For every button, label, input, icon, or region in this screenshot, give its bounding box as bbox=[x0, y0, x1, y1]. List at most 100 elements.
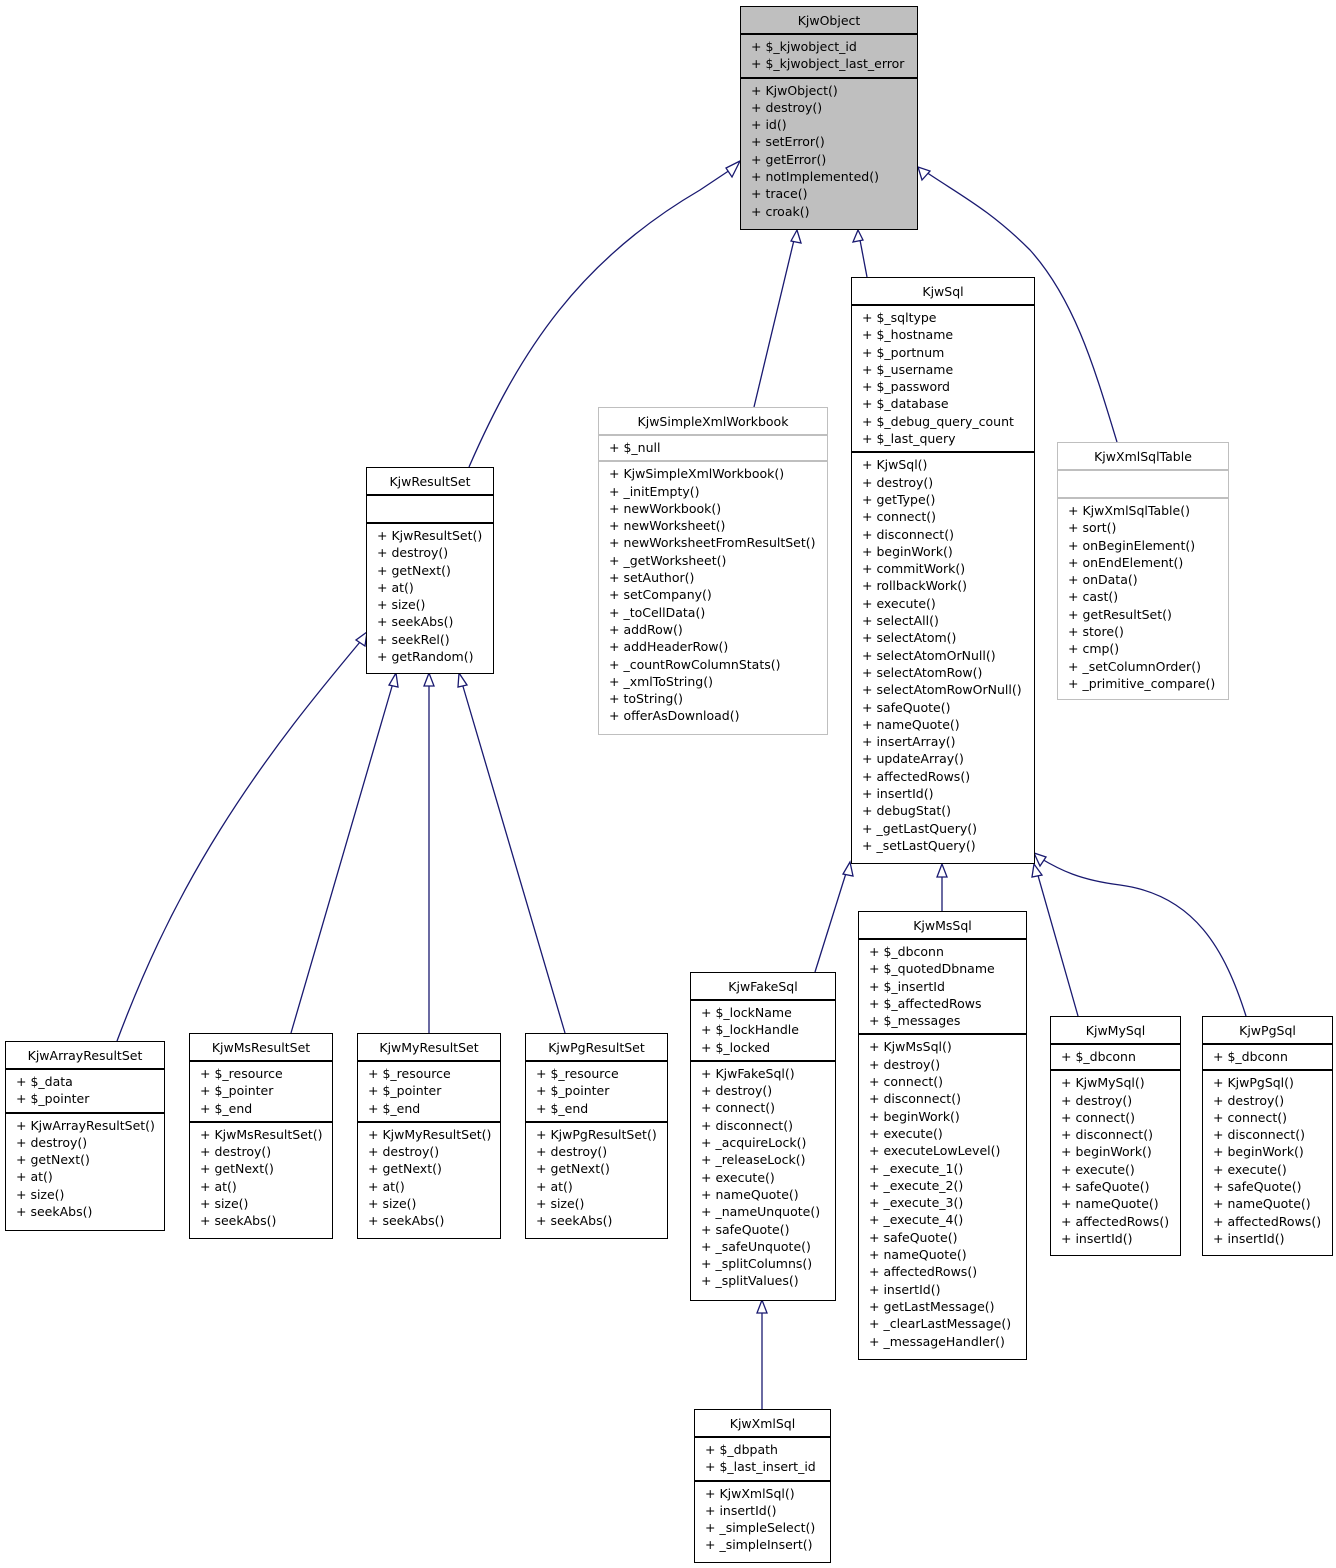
class-method: + disconnect() bbox=[862, 526, 954, 542]
class-KjwSimpleXmlWorkbook[interactable]: KjwSimpleXmlWorkbook + $_null + KjwSimpl… bbox=[598, 407, 828, 735]
attributes-section: + $_resource + $_pointer + $_end bbox=[526, 1060, 667, 1121]
class-method: + at() bbox=[368, 1178, 405, 1194]
class-KjwXmlSqlTable[interactable]: KjwXmlSqlTable + KjwXmlSqlTable() + sort(… bbox=[1057, 442, 1229, 700]
class-KjwPgResultSet[interactable]: KjwPgResultSet + $_resource + $_pointer + … bbox=[525, 1033, 668, 1239]
arrowhead-icon bbox=[457, 671, 469, 688]
class-method: + connect() bbox=[1061, 1109, 1136, 1125]
class-method: + beginWork() bbox=[1213, 1144, 1304, 1160]
class-method: + KjwSql() bbox=[862, 457, 928, 473]
class-method: + _primitive_compare() bbox=[1068, 675, 1216, 691]
class-KjwPgSql[interactable]: KjwPgSql + $_dbconn + KjwPgSql() + destro… bbox=[1202, 1016, 1333, 1256]
class-method: + safeQuote() bbox=[869, 1229, 958, 1245]
class-attribute: + $_portnum bbox=[862, 344, 945, 360]
class-method: + trace() bbox=[751, 186, 808, 202]
class-method: + insertId() bbox=[862, 786, 934, 802]
class-method: + getRandom() bbox=[377, 649, 474, 665]
class-method: + addRow() bbox=[609, 621, 683, 637]
class-KjwArrayResultSet[interactable]: KjwArrayResultSet + $_data + $_pointer + … bbox=[5, 1041, 165, 1231]
class-method: + cast() bbox=[1068, 589, 1119, 605]
class-name: KjwXmlSql bbox=[729, 1416, 796, 1431]
class-method: + affectedRows() bbox=[862, 768, 971, 784]
class-attribute: + $_end bbox=[536, 1100, 589, 1116]
class-attribute: + $_resource bbox=[200, 1066, 283, 1081]
class-method: + disconnect() bbox=[701, 1117, 793, 1133]
class-KjwMsSql[interactable]: KjwMsSql + $_dbconn + $_quotedDbname + $_i… bbox=[858, 911, 1027, 1360]
class-method: + affectedRows() bbox=[869, 1264, 978, 1280]
class-method: + destroy() bbox=[751, 99, 823, 115]
class-method: + newWorksheet() bbox=[609, 518, 726, 534]
class-name: KjwXmlSqlTable bbox=[1094, 449, 1192, 464]
class-attribute: + $_kjwobject_last_error bbox=[751, 56, 905, 72]
class-method: + _setLastQuery() bbox=[862, 837, 976, 853]
class-attribute: + $_locked bbox=[701, 1039, 771, 1055]
class-method: + size() bbox=[536, 1196, 585, 1212]
class-attribute: + $_messages bbox=[869, 1013, 961, 1029]
class-method: + destroy() bbox=[1213, 1092, 1285, 1108]
class-method: + destroy() bbox=[862, 474, 934, 490]
class-method: + getLastMessage() bbox=[869, 1298, 995, 1314]
class-name: KjwMySql bbox=[1085, 1023, 1146, 1038]
class-KjwObject[interactable]: KjwObject + $_kjwobject_id + $_kjwobject_… bbox=[740, 6, 918, 230]
class-method: + beginWork() bbox=[869, 1108, 960, 1124]
class-KjwMySql[interactable]: KjwMySql + $_dbconn + KjwMySql() + destro… bbox=[1050, 1016, 1181, 1256]
class-method: + setAuthor() bbox=[609, 570, 695, 586]
class-KjwXmlSql[interactable]: KjwXmlSql + $_dbpath + $_last_insert_id +… bbox=[694, 1409, 831, 1563]
class-method: + toString() bbox=[609, 691, 684, 707]
class-method: + _splitValues() bbox=[701, 1273, 799, 1289]
class-method: + _execute_4() bbox=[869, 1212, 964, 1228]
class-attribute: + $_dbpath bbox=[705, 1442, 778, 1457]
methods-section: + KjwXmlSqlTable() + sort() + onBeginEleme… bbox=[1058, 497, 1228, 696]
class-method: + onData() bbox=[1068, 572, 1138, 588]
class-method: + getNext() bbox=[368, 1161, 442, 1177]
class-method: + cmp() bbox=[1068, 641, 1120, 657]
class-KjwResultSet[interactable]: KjwResultSet + KjwResultSet() + destroy()… bbox=[366, 467, 494, 674]
class-method: + seekAbs() bbox=[368, 1213, 445, 1229]
methods-section: + KjwXmlSql() + insertId() + _simpleSelect… bbox=[695, 1479, 830, 1558]
arrowhead-icon bbox=[423, 671, 435, 687]
class-method: + connect() bbox=[862, 509, 937, 525]
class-method: + _xmlToString() bbox=[609, 673, 713, 689]
class-name: KjwMsResultSet bbox=[211, 1040, 311, 1055]
class-attribute: + $_lockName bbox=[701, 1005, 792, 1020]
class-method: + destroy() bbox=[536, 1144, 608, 1160]
class-KjwSql[interactable]: KjwSql + $_sqltype + $_hostname + $_portnu… bbox=[851, 277, 1035, 864]
class-method: + updateArray() bbox=[862, 751, 964, 767]
class-method: + _execute_1() bbox=[869, 1160, 964, 1176]
class-method: + rollbackWork() bbox=[862, 578, 968, 594]
class-KjwFakeSql[interactable]: KjwFakeSql + $_lockName + $_lockHandle + $… bbox=[690, 972, 836, 1301]
class-method: + destroy() bbox=[869, 1056, 941, 1072]
class-name: KjwArrayResultSet bbox=[27, 1048, 143, 1063]
class-method: + notImplemented() bbox=[751, 169, 879, 185]
methods-section: + KjwSql() + destroy() + getType() + connec… bbox=[852, 451, 1034, 858]
edge-KjwMsResultSet-to-KjwResultSet bbox=[290, 682, 394, 1034]
class-method: + connect() bbox=[701, 1100, 776, 1116]
class-attribute: + $_end bbox=[200, 1100, 253, 1116]
class-method: + addHeaderRow() bbox=[609, 639, 729, 655]
class-attribute: + $_debug_query_count bbox=[862, 413, 1014, 429]
class-method: + selectAtomRowOrNull() bbox=[862, 682, 1022, 698]
class-attribute: + $_affectedRows bbox=[869, 995, 982, 1011]
class-attribute: + $_quotedDbname bbox=[869, 961, 995, 977]
attributes-section: + $_lockName + $_lockHandle + $_locked bbox=[691, 999, 835, 1060]
class-attribute: + $_dbconn bbox=[1061, 1049, 1136, 1064]
class-method: + safeQuote() bbox=[701, 1221, 790, 1237]
class-method: + _safeUnquote() bbox=[701, 1238, 811, 1254]
class-method: + _getWorksheet() bbox=[609, 552, 727, 568]
class-method: + KjwPgSql() bbox=[1213, 1075, 1294, 1091]
methods-section: + KjwFakeSql() + destroy() + connect() + di… bbox=[691, 1059, 835, 1294]
edge-KjwFakeSql-to-KjwSql bbox=[814, 869, 848, 973]
class-KjwMyResultSet[interactable]: KjwMyResultSet + $_resource + $_pointer + … bbox=[357, 1033, 501, 1239]
attributes-section: + $_dbconn + $_quotedDbname + $_insertId + … bbox=[859, 938, 1026, 1033]
attributes-section: + $_dbpath + $_last_insert_id bbox=[695, 1436, 830, 1480]
class-method: + selectAll() bbox=[862, 613, 939, 629]
class-method: + _releaseLock() bbox=[701, 1152, 806, 1168]
class-KjwMsResultSet[interactable]: KjwMsResultSet + $_resource + $_pointer + … bbox=[189, 1033, 333, 1239]
attributes-section: + $_resource + $_pointer + $_end bbox=[358, 1060, 500, 1121]
class-method: + nameQuote() bbox=[1213, 1196, 1311, 1212]
class-name: KjwSql bbox=[922, 284, 964, 299]
arrowhead-icon bbox=[841, 860, 854, 877]
class-attribute: + $_dbconn bbox=[869, 944, 944, 959]
class-method: + getNext() bbox=[200, 1161, 274, 1177]
class-name: KjwMsSql bbox=[913, 918, 972, 933]
methods-section: + KjwObject() + destroy() + id() + setError… bbox=[741, 76, 917, 224]
